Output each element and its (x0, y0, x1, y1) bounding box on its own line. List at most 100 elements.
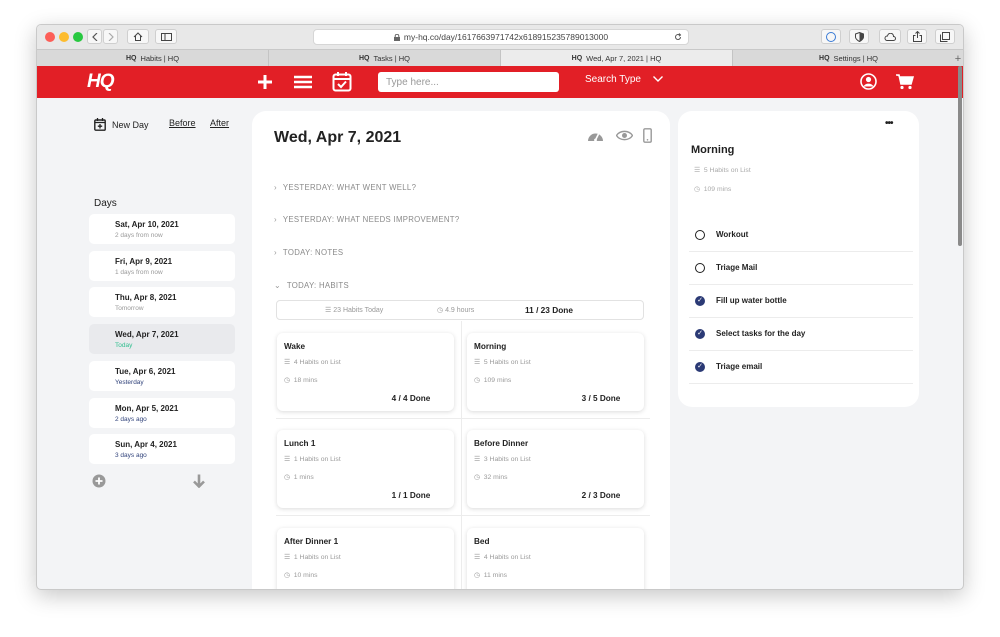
tab-habits[interactable]: HQ Habits | HQ (37, 50, 269, 66)
tabs-overview-button[interactable] (935, 29, 955, 44)
scrollbar[interactable] (958, 66, 962, 246)
eye-icon[interactable] (616, 130, 633, 141)
day-list-item[interactable]: Tue, Apr 6, 2021 Yesterday (89, 360, 235, 391)
left-panel: New Day Before After Days Sat, Apr 10, 2… (37, 98, 247, 589)
habit-card[interactable]: Morning ☰ 5 Habits on List ◷ 109 mins 3 / 5… (467, 333, 644, 411)
new-day-button[interactable]: New Day (94, 118, 149, 131)
habit-card-list-text: 3 Habits on List (483, 456, 531, 464)
checked-circle-icon[interactable]: ✓ (695, 329, 705, 339)
new-tab-button[interactable]: + (951, 50, 963, 67)
day-list-item[interactable]: Mon, Apr 5, 2021 2 days ago (89, 397, 235, 428)
habit-item[interactable]: ✓ Fill up water bottle (689, 285, 913, 318)
habit-card-done: 4 / 4 Done (391, 394, 431, 403)
day-list-item[interactable]: Thu, Apr 8, 2021 Tomorrow (89, 287, 235, 318)
dashboard-icon[interactable] (587, 129, 604, 142)
habit-item[interactable]: Workout (689, 219, 913, 252)
chevron-down-icon: ⌄ (274, 281, 281, 290)
day-relative: 3 days ago (115, 452, 147, 460)
habit-card-title: Before Dinner (474, 439, 529, 449)
section-label: YESTERDAY: WHAT NEEDS IMPROVEMENT? (282, 215, 460, 224)
habit-card[interactable]: Wake ☰ 4 Habits on List ◷ 18 mins 4 / 4 Don… (277, 333, 454, 411)
maximize-window-button[interactable] (73, 32, 83, 42)
extension-button[interactable] (821, 29, 841, 44)
day-relative: 2 days from now (115, 232, 163, 239)
forward-button[interactable] (103, 29, 118, 44)
list-icon: ☰ (284, 456, 291, 464)
close-window-button[interactable] (45, 32, 55, 42)
search-type-dropdown[interactable]: Search Type (585, 74, 663, 85)
mobile-icon[interactable] (643, 128, 652, 143)
after-link[interactable]: After (210, 118, 229, 128)
done-count: 11 / 23 Done (525, 305, 573, 315)
tab-tasks[interactable]: HQ Tasks | HQ (269, 50, 501, 66)
shield-icon (854, 31, 864, 42)
cart-icon[interactable] (896, 74, 914, 90)
habit-card[interactable]: After Dinner 1 ☰ 1 Habits on List ◷ 10 min… (277, 527, 454, 589)
habit-item[interactable]: Triage Mail (689, 252, 913, 285)
user-account-icon[interactable] (860, 73, 877, 90)
habit-card-duration: ◷ 109 mins (474, 376, 511, 384)
unchecked-circle-icon[interactable] (695, 263, 705, 273)
back-button[interactable] (87, 29, 102, 44)
day-date: Mon, Apr 5, 2021 (115, 403, 179, 413)
checked-circle-icon[interactable]: ✓ (695, 362, 705, 372)
hq-logo[interactable]: HQ (87, 71, 114, 93)
habit-item-label: Workout (716, 230, 749, 239)
habit-card[interactable]: Bed ☰ 4 Habits on List ◷ 11 mins 2 / 4 Done (467, 527, 644, 590)
habit-card-list: ☰ 3 Habits on List (474, 455, 531, 463)
day-relative: Tomorrow (115, 305, 144, 313)
calendar-check-icon[interactable] (332, 71, 352, 92)
list-icon: ☰ (284, 359, 291, 366)
more-options-button[interactable]: ••• (885, 118, 893, 129)
habit-item-label: Triage email (716, 362, 763, 371)
tab-day[interactable]: HQ Wed, Apr 7, 2021 | HQ (501, 50, 733, 66)
habit-card-duration: ◷ 11 mins (474, 571, 507, 579)
reload-icon[interactable] (674, 33, 682, 41)
habit-card-title: After Dinner 1 (284, 536, 339, 546)
add-circle-icon[interactable] (92, 474, 106, 488)
chevron-left-icon (91, 32, 97, 41)
habit-card-title: Wake (284, 342, 306, 351)
habit-card[interactable]: Before Dinner ☰ 3 Habits on List ◷ 32 mins… (467, 430, 644, 509)
habit-item[interactable]: ✓ Select tasks for the day (689, 318, 913, 351)
day-list-item[interactable]: Sat, Apr 10, 2021 2 days from now (89, 214, 235, 244)
sidebar-toggle-button[interactable] (155, 29, 177, 44)
sidebar-icon (160, 32, 172, 41)
day-relative: Today (115, 342, 133, 350)
menu-icon[interactable] (294, 75, 312, 89)
day-list-item[interactable]: Fri, Apr 9, 2021 1 days from now (89, 250, 235, 281)
day-list-item[interactable]: Sun, Apr 4, 2021 3 days ago (89, 434, 235, 465)
list-icon: ☰ (694, 167, 701, 174)
tab-settings[interactable]: HQ Settings | HQ (733, 50, 963, 66)
cloud-button[interactable] (879, 29, 901, 44)
before-link[interactable]: Before (169, 118, 196, 128)
divider (276, 515, 650, 516)
share-icon (912, 31, 922, 42)
privacy-button[interactable] (849, 29, 869, 44)
habit-card[interactable]: Lunch 1 ☰ 1 Habits on List ◷ 1 mins 1 / 1 D… (277, 430, 454, 509)
section-notes[interactable]: › TODAY: NOTES (274, 248, 343, 257)
day-list-item[interactable]: Wed, Apr 7, 2021 Today (89, 324, 235, 355)
habit-card-done: 2 / 4 Done (571, 589, 631, 590)
section-went-well[interactable]: › YESTERDAY: WHAT WENT WELL? (274, 183, 416, 192)
home-button[interactable] (127, 29, 149, 44)
habit-item[interactable]: ✓ Triage email (689, 351, 913, 384)
minimize-window-button[interactable] (59, 32, 69, 42)
share-button[interactable] (907, 29, 927, 44)
add-icon[interactable] (257, 74, 273, 90)
detail-title: Morning (691, 144, 735, 156)
habit-card-duration-text: 109 mins (483, 377, 512, 384)
search-input[interactable] (378, 72, 559, 92)
habit-detail-panel: ••• Morning ☰ 5 Habits on List ◷ 109 min… (678, 111, 919, 407)
section-needs-improvement[interactable]: › YESTERDAY: WHAT NEEDS IMPROVEMENT? (274, 215, 459, 224)
arrow-down-icon[interactable] (192, 474, 206, 488)
habit-card-title: Morning (474, 342, 507, 351)
url-bar[interactable]: my-hq.co/day/1617663971742x6189152357890… (313, 29, 689, 45)
detail-duration-text: 109 mins (703, 186, 732, 193)
day-title: Wed, Apr 7, 2021 (274, 129, 402, 146)
checked-circle-icon[interactable]: ✓ (695, 296, 705, 306)
clock-icon: ◷ (474, 377, 480, 384)
day-panel: Wed, Apr 7, 2021 › YESTERDAY: WHAT WENT W… (252, 111, 670, 590)
unchecked-circle-icon[interactable] (695, 230, 705, 240)
section-habits[interactable]: ⌄ TODAY: HABITS (274, 281, 349, 290)
